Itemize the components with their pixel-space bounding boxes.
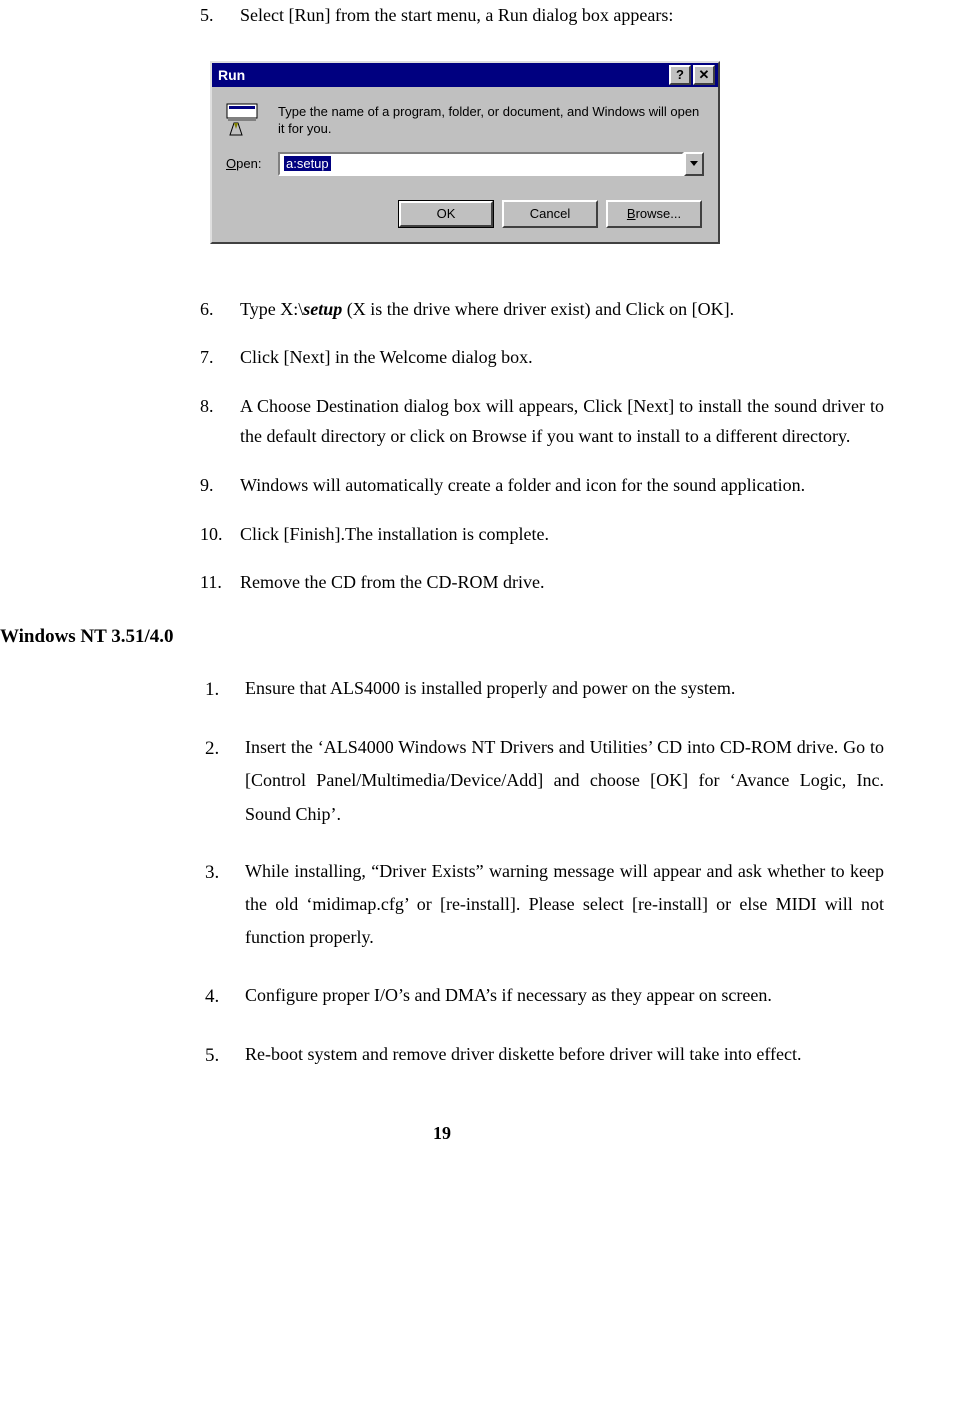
- close-button[interactable]: ✕: [693, 65, 715, 85]
- dropdown-button[interactable]: [684, 152, 704, 176]
- step-10: 10. Click [Finish].The installation is c…: [200, 519, 884, 550]
- step-number: 2.: [205, 731, 245, 831]
- step-text: Configure proper I/O’s and DMA’s if nece…: [245, 979, 884, 1014]
- step-number: 11.: [200, 567, 240, 598]
- nt-step-5: 5. Re-boot system and remove driver disk…: [205, 1038, 884, 1073]
- ok-button[interactable]: OK: [398, 200, 494, 228]
- titlebar: Run ? ✕: [212, 63, 718, 87]
- nt-step-3: 3. While installing, “Driver Exists” war…: [205, 855, 884, 955]
- section-heading-windows-nt: Windows NT 3.51/4.0: [0, 626, 884, 648]
- step-text: Windows will automatically create a fold…: [240, 470, 884, 501]
- step-number: 5.: [200, 0, 240, 31]
- step-number: 9.: [200, 470, 240, 501]
- step-text: Ensure that ALS4000 is installed properl…: [245, 672, 884, 707]
- step-number: 5.: [205, 1038, 245, 1073]
- page-number: 19: [0, 1123, 884, 1144]
- nt-step-2: 2. Insert the ‘ALS4000 Windows NT Driver…: [205, 731, 884, 831]
- step-text: Re-boot system and remove driver diskett…: [245, 1038, 884, 1073]
- step-number: 8.: [200, 391, 240, 452]
- step-8: 8. A Choose Destination dialog box will …: [200, 391, 884, 452]
- step-text: Select [Run] from the start menu, a Run …: [240, 0, 884, 31]
- step-6: 6. Type X:\setup (X is the drive where d…: [200, 294, 884, 325]
- step-number: 10.: [200, 519, 240, 550]
- step-7: 7. Click [Next] in the Welcome dialog bo…: [200, 342, 884, 373]
- open-input[interactable]: a:setup: [278, 152, 684, 176]
- help-button[interactable]: ?: [669, 65, 691, 85]
- step-11: 11. Remove the CD from the CD-ROM drive.: [200, 567, 884, 598]
- step-number: 3.: [205, 855, 245, 955]
- step-5: 5. Select [Run] from the start menu, a R…: [200, 0, 884, 31]
- nt-step-4: 4. Configure proper I/O’s and DMA’s if n…: [205, 979, 884, 1014]
- step-text: Type X:\setup (X is the drive where driv…: [240, 294, 884, 325]
- step-text: Remove the CD from the CD-ROM drive.: [240, 567, 884, 598]
- nt-step-1: 1. Ensure that ALS4000 is installed prop…: [205, 672, 884, 707]
- run-icon: [226, 103, 264, 137]
- cancel-button[interactable]: Cancel: [502, 200, 598, 228]
- step-text: While installing, “Driver Exists” warnin…: [245, 855, 884, 955]
- browse-button[interactable]: Browse...: [606, 200, 702, 228]
- run-dialog: Run ? ✕ Type the name of a p: [210, 61, 720, 244]
- step-9: 9. Windows will automatically create a f…: [200, 470, 884, 501]
- run-dialog-figure: Run ? ✕ Type the name of a p: [210, 61, 884, 244]
- step-number: 7.: [200, 342, 240, 373]
- open-combobox[interactable]: a:setup: [278, 152, 704, 176]
- step-text: Click [Next] in the Welcome dialog box.: [240, 342, 884, 373]
- step-number: 1.: [205, 672, 245, 707]
- step-number: 6.: [200, 294, 240, 325]
- instruction-text: Type the name of a program, folder, or d…: [278, 103, 704, 138]
- step-text: Click [Finish].The installation is compl…: [240, 519, 884, 550]
- step-text: A Choose Destination dialog box will app…: [240, 391, 884, 452]
- step-text: Insert the ‘ALS4000 Windows NT Drivers a…: [245, 731, 884, 831]
- window-title: Run: [218, 67, 667, 83]
- step-number: 4.: [205, 979, 245, 1014]
- open-label: Open:: [226, 156, 278, 171]
